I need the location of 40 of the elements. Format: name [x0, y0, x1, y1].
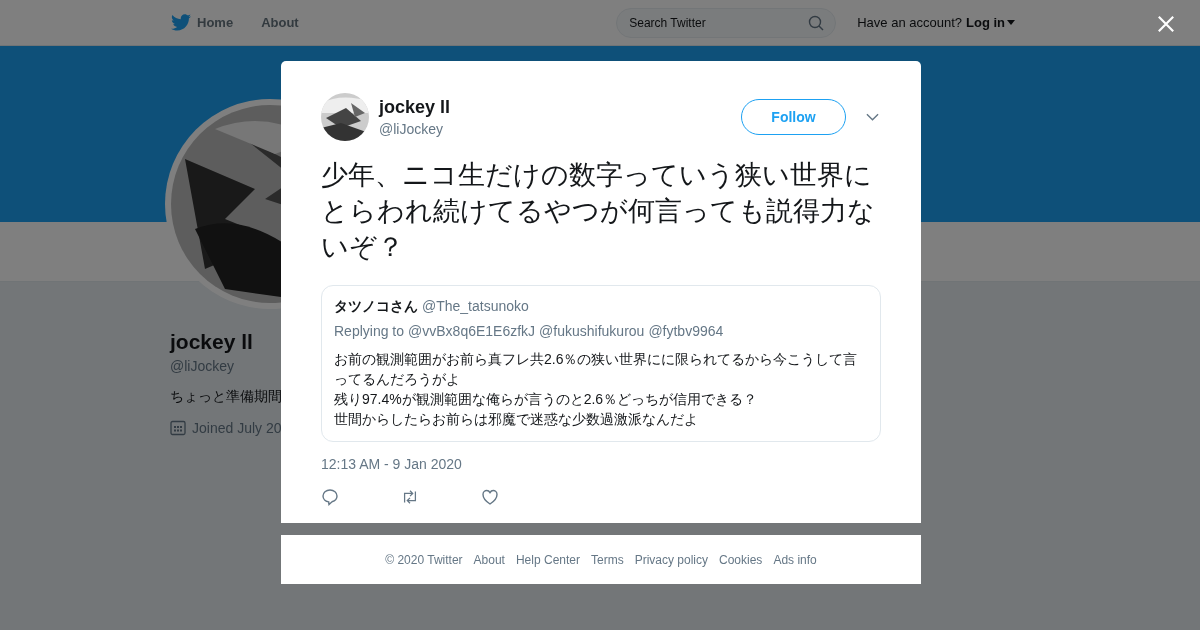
chevron-icon[interactable]: [866, 113, 879, 121]
replying-label: Replying to: [334, 323, 405, 339]
footer-link[interactable]: About: [473, 552, 505, 567]
search-field[interactable]: Search Twitter: [616, 7, 837, 38]
nav-link[interactable]: Home: [171, 14, 234, 31]
quoted-tweet[interactable]: タツノコさん @The_tatsunoko Replying to @vvBx8q6E1E6zfkJ @fukushifukurou @fytbv9964 お前の観測範囲がお前ら真フレ共2.6％の狭い世界にに限られてるから今こうして言ってるんだろうがよ 残り97.4%が観測範囲な俺らが言うのと2.6％どっちが信用できる？ 世間からしたらお前らは邪魔で迷惑な少数過激派なんだよ: [321, 285, 881, 442]
quote-text-line: 残り97.4%が観測範囲な俺らが言うのと2.6％どっちが信用できる？: [334, 390, 759, 409]
account-prompt: Have an account?: [857, 15, 962, 30]
bird-icon: [171, 14, 191, 31]
quote-text-line: 世間からしたらお前らは邪魔で迷惑な少数過激派なんだよ: [334, 410, 699, 429]
author-handle: @liJockey: [379, 121, 444, 137]
mention-link[interactable]: @vvBx8q6E1E6zfkJ: [408, 323, 536, 339]
caret-icon: [1007, 20, 1015, 25]
mention-link[interactable]: @fytbv9964: [648, 323, 724, 339]
profile-bio: ちょっと準備期間: [170, 388, 282, 406]
calendar-icon: [170, 420, 186, 436]
profile-name: jockey ll: [170, 330, 253, 354]
reply-icon[interactable]: [321, 488, 339, 506]
quote-author-name: タツノコさん: [334, 298, 418, 316]
footer-link[interactable]: Help Center: [515, 552, 580, 567]
login-link[interactable]: Log in: [966, 15, 1005, 30]
footer-link[interactable]: © 2020 Twitter: [385, 552, 463, 567]
footer-link[interactable]: Ads info: [773, 552, 817, 567]
profile-handle: @liJockey: [170, 358, 234, 374]
mention-link[interactable]: @fukushifukurou: [539, 323, 645, 339]
tweet-text: 少年、ニコ生だけの数字っていう狭い世界にとらわれ続けてるやつが何言っても説得力ないぞ？: [321, 159, 876, 264]
footer-link[interactable]: Cookies: [719, 552, 763, 567]
tweet-timestamp[interactable]: 12:13 AM - 9 Jan 2020: [321, 456, 881, 472]
close-icon[interactable]: [1157, 15, 1175, 33]
footer-link[interactable]: Terms: [591, 552, 624, 567]
retweet-icon[interactable]: [401, 488, 419, 506]
follow-button[interactable]: Follow: [741, 99, 846, 135]
author-name: jockey ll: [379, 97, 452, 118]
nav-link[interactable]: About: [261, 15, 299, 30]
joined-date: Joined July 20: [192, 420, 282, 436]
heart-icon[interactable]: [481, 488, 499, 506]
quote-text-line: お前の観測範囲がお前ら真フレ共2.6％の狭い世界にに限られてるから今こうして言ってるんだろうがよ: [334, 350, 859, 389]
footer-link[interactable]: Privacy policy: [634, 552, 708, 567]
quote-author-handle: @The_tatsunoko: [422, 298, 529, 314]
search-icon: [808, 14, 825, 31]
